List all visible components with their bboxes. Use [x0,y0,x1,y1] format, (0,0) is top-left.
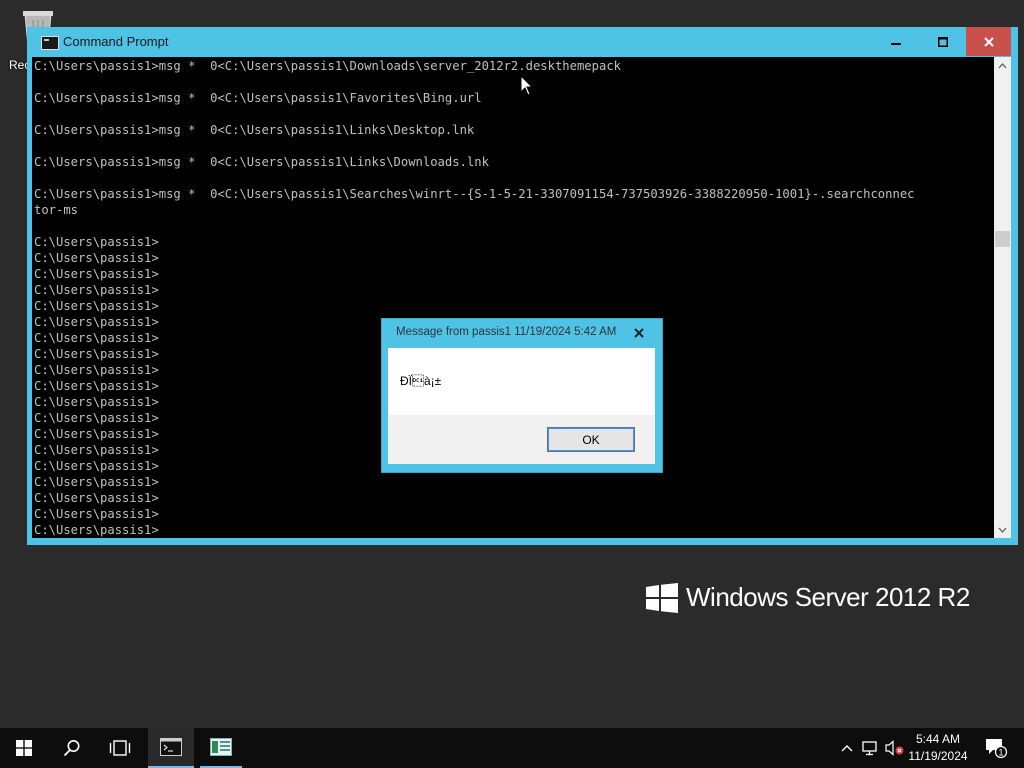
windows-logo-icon [16,740,32,756]
scroll-down-button[interactable] [994,521,1011,538]
cmd-app-icon [41,36,59,50]
console-line: C:\Users\passis1> [34,347,159,361]
taskbar-command-prompt[interactable] [148,728,194,768]
console-line: C:\Users\passis1> [34,283,159,297]
show-hidden-icons-button[interactable] [838,728,856,768]
console-line: C:\Users\passis1> [34,299,159,313]
chevron-up-icon [998,62,1007,68]
taskbar-server-manager[interactable] [200,728,242,768]
console-line: C:\Users\passis1>msg * 0<C:\Users\passis… [34,123,475,137]
dialog-footer: OK [388,415,655,464]
console-line: C:\Users\passis1>msg * 0<C:\Users\passis… [34,59,621,73]
title-bar[interactable]: Command Prompt [27,27,1018,57]
console-line: C:\Users\passis1> [34,427,159,441]
chevron-up-icon [841,745,853,752]
message-dialog[interactable]: Message from passis1 11/19/2024 5:42 AM … [381,318,663,473]
task-view-icon [109,740,131,756]
console-line: C:\Users\passis1> [34,491,159,505]
console-line: C:\Users\passis1> [34,363,159,377]
minimize-button[interactable] [873,27,919,56]
action-center-button[interactable]: 1 [978,728,1014,768]
maximize-icon [938,36,948,47]
clock-date: 11/19/2024 [908,749,968,763]
console-line: C:\Users\passis1> [34,251,159,265]
console-line: C:\Users\passis1> [34,315,159,329]
clock-time: 5:44 AM [915,732,961,746]
search-button[interactable] [48,728,96,768]
network-tray-button[interactable] [860,728,882,768]
close-button[interactable] [966,27,1011,56]
console-line: C:\Users\passis1>msg * 0<C:\Users\passis… [34,187,915,201]
cmd-app-icon [160,738,182,756]
notification-count: 1 [998,748,1003,758]
vertical-scrollbar[interactable] [994,57,1011,538]
start-button[interactable] [0,728,48,768]
console-line: C:\Users\passis1> [34,411,159,425]
dialog-close-button[interactable] [623,319,654,346]
window-title: Command Prompt [63,34,169,49]
close-icon [983,36,994,47]
console-line: C:\Users\passis1> [34,443,159,457]
minimize-icon [891,42,901,45]
console-line: C:\Users\passis1> [34,459,159,473]
console-line: C:\Users\passis1> [34,267,159,281]
windows-server-branding: Windows Server 2012 R2 [646,582,970,613]
chevron-down-icon [998,527,1007,533]
scroll-thumb[interactable] [995,231,1010,247]
console-line: C:\Users\passis1>msg * 0<C:\Users\passis… [34,155,489,169]
console-line: C:\Users\passis1> [34,523,159,537]
console-line: C:\Users\passis1>msg * 0<C:\Users\passis… [34,91,482,105]
console-line: tor-ms [34,203,79,217]
dialog-body: ÐÏà¡± [388,348,655,415]
scroll-up-button[interactable] [994,57,1011,74]
brand-text: Windows Server 2012 R2 [686,582,970,612]
console-line: C:\Users\passis1> [34,235,159,249]
console-line: C:\Users\passis1> [34,379,159,393]
ok-button[interactable]: OK [547,427,635,452]
task-view-button[interactable] [96,728,144,768]
console-line: C:\Users\passis1> [34,507,159,521]
dialog-title: Message from passis1 11/19/2024 5:42 AM [396,326,617,338]
console-line: C:\Users\passis1> [34,331,159,345]
taskbar-clock[interactable]: 5:44 AM 11/19/2024 [902,728,974,768]
windows-logo-icon [646,582,678,613]
dialog-message: ÐÏà¡± [400,374,442,388]
close-icon [633,327,644,338]
console-line: C:\Users\passis1> [34,395,159,409]
notification-icon: 1 [986,739,1008,759]
search-icon [63,740,80,757]
network-icon [862,741,877,756]
taskbar: 5:44 AM 11/19/2024 1 [0,728,1024,768]
maximize-button[interactable] [920,27,966,56]
console-line: C:\Users\passis1> [34,475,159,489]
server-manager-icon [210,738,232,756]
mouse-cursor-icon [520,75,534,96]
